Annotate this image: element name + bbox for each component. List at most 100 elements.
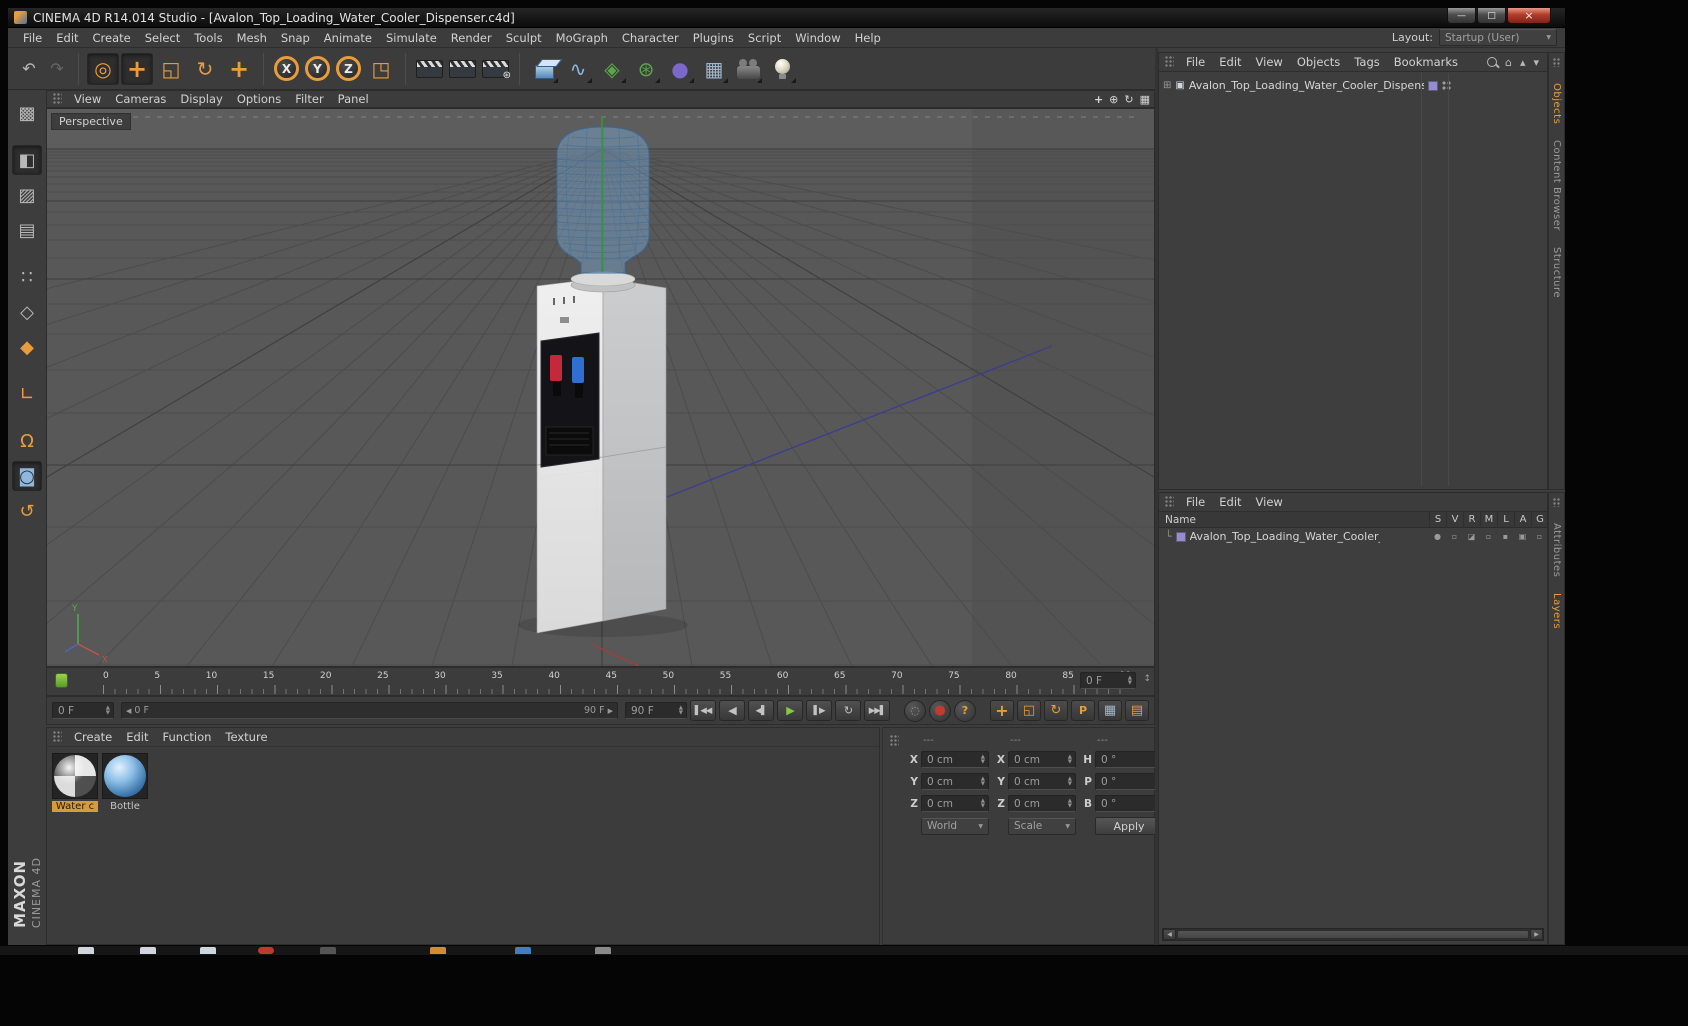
- zoom-view-icon[interactable]: ⊕: [1109, 93, 1118, 106]
- toggle-views-icon[interactable]: ▦: [1140, 93, 1150, 106]
- goto-end-button[interactable]: ▶▶▌: [864, 700, 890, 721]
- titlebar[interactable]: CINEMA 4D R14.014 Studio - [Avalon_Top_L…: [8, 8, 1565, 28]
- position-field[interactable]: 0 cm ▲ ▼: [921, 773, 989, 790]
- menubar-item[interactable]: Character: [615, 30, 686, 46]
- rotation-field[interactable]: 0 ° ▲▼: [1095, 751, 1163, 768]
- apply-button[interactable]: Apply: [1095, 817, 1163, 835]
- menubar-item[interactable]: Mesh: [230, 30, 274, 46]
- tab-objects[interactable]: Objects: [1551, 83, 1562, 124]
- menubar-item[interactable]: Window: [788, 30, 847, 46]
- add-cube-button[interactable]: [528, 53, 560, 85]
- options-icon[interactable]: ▾: [1533, 56, 1539, 69]
- menubar-item[interactable]: MoGraph: [549, 30, 615, 46]
- add-mograph-button[interactable]: ⊛: [630, 53, 662, 85]
- size-field[interactable]: 0 cm ▲ ▼: [1008, 751, 1076, 768]
- horizontal-scrollbar[interactable]: ◀ ▶: [1162, 928, 1544, 941]
- record-scale-button[interactable]: ◱: [1017, 700, 1041, 721]
- panel-grip[interactable]: [53, 93, 62, 105]
- menubar-item[interactable]: Render: [444, 30, 499, 46]
- taskbar-item[interactable]: [320, 947, 336, 954]
- material-item[interactable]: Water c: [52, 753, 98, 812]
- layer-name[interactable]: Avalon_Top_Loading_Water_Cooler_Dispense…: [1190, 530, 1380, 543]
- current-frame-marker[interactable]: [55, 673, 68, 688]
- object-manager-menu-item[interactable]: File: [1179, 54, 1212, 70]
- viewport-menu-item[interactable]: Options: [230, 91, 288, 107]
- redo-button[interactable]: ↷: [44, 53, 70, 85]
- record-pla-button[interactable]: ▦: [1098, 700, 1122, 721]
- viewport-menu-item[interactable]: Filter: [288, 91, 330, 107]
- object-row[interactable]: ⊞ ▣ Avalon_Top_Loading_Water_Cooler_Disp…: [1159, 77, 1547, 94]
- keyframe-options-button[interactable]: ?: [954, 699, 976, 722]
- frame-spinner-icon[interactable]: ↕: [1143, 674, 1151, 684]
- menubar-item[interactable]: Create: [86, 30, 138, 46]
- loop-button[interactable]: ↻: [835, 700, 861, 721]
- expand-icon[interactable]: ⊞: [1163, 80, 1171, 91]
- workplane-mode-button[interactable]: ▤: [12, 215, 42, 245]
- layers-menu-item[interactable]: View: [1249, 494, 1290, 510]
- menubar-item[interactable]: Animate: [317, 30, 379, 46]
- minimize-button[interactable]: —: [1447, 8, 1476, 24]
- scroll-left-icon[interactable]: ◀: [1163, 929, 1176, 940]
- taskbar-item[interactable]: [430, 947, 446, 954]
- model-mode-button[interactable]: ◧: [12, 145, 42, 175]
- taskbar-item[interactable]: [595, 947, 611, 954]
- position-field[interactable]: 0 cm ▲ ▼: [921, 751, 989, 768]
- coordinate-system-button[interactable]: ◳: [365, 53, 397, 85]
- layer-toggle-icon[interactable]: ▪: [1497, 528, 1514, 545]
- material-menu-item[interactable]: Texture: [218, 729, 274, 745]
- taskbar-item[interactable]: [78, 947, 94, 954]
- add-spline-button[interactable]: ∿: [562, 53, 594, 85]
- keyframe-selection-button[interactable]: ◌: [904, 699, 926, 722]
- viewport-menu-item[interactable]: View: [67, 91, 108, 107]
- scroll-right-icon[interactable]: ▶: [1530, 929, 1543, 940]
- live-selection-tool[interactable]: ◎: [87, 52, 119, 85]
- rotate-tool[interactable]: ↻: [189, 53, 221, 85]
- layer-toggle-icon[interactable]: ●: [1429, 528, 1446, 545]
- quantize-button[interactable]: ↺: [12, 496, 42, 526]
- record-position-button[interactable]: +: [990, 700, 1014, 721]
- scrollbar-thumb[interactable]: [1177, 930, 1529, 939]
- y-axis-lock-button[interactable]: Y: [305, 56, 330, 81]
- menubar-item[interactable]: Sculpt: [499, 30, 549, 46]
- autokey-record-button[interactable]: ●: [929, 699, 951, 722]
- viewport-menu-item[interactable]: Display: [173, 91, 229, 107]
- maximize-button[interactable]: □: [1477, 8, 1506, 24]
- menubar-item[interactable]: Snap: [274, 30, 317, 46]
- layer-toggle-icon[interactable]: ▫: [1480, 528, 1497, 545]
- frame-number-box[interactable]: 0 F ▲ ▼: [1080, 672, 1136, 689]
- material-preview-sphere[interactable]: [54, 755, 96, 797]
- panel-grip[interactable]: [1165, 56, 1174, 68]
- rotation-field[interactable]: 0 ° ▲▼: [1095, 795, 1163, 812]
- panel-grip[interactable]: [1165, 496, 1174, 508]
- timeline-window-button[interactable]: ▤: [1125, 700, 1149, 721]
- scale-tool[interactable]: ◱: [155, 53, 187, 85]
- rotate-view-icon[interactable]: ↻: [1124, 93, 1133, 106]
- pan-view-icon[interactable]: +: [1094, 93, 1103, 106]
- layer-toggle-icon[interactable]: ▫: [1446, 528, 1463, 545]
- layers-menu-item[interactable]: File: [1179, 494, 1212, 510]
- menubar-item[interactable]: File: [16, 30, 49, 46]
- range-end-handle[interactable]: 90 F ▶: [584, 705, 613, 716]
- points-mode-button[interactable]: ∷: [12, 262, 42, 292]
- material-menu-item[interactable]: Create: [67, 729, 119, 745]
- taskbar-item[interactable]: [515, 947, 531, 954]
- material-label[interactable]: Bottle: [102, 801, 148, 812]
- layer-color-chip[interactable]: [1175, 531, 1186, 542]
- search-icon[interactable]: [1486, 57, 1497, 67]
- menubar-item[interactable]: Tools: [187, 30, 229, 46]
- play-button[interactable]: ▶: [777, 700, 803, 721]
- x-axis-lock-button[interactable]: X: [274, 56, 299, 81]
- undo-button[interactable]: ↶: [16, 53, 42, 85]
- add-floor-button[interactable]: ▦: [698, 53, 730, 85]
- coordinate-space-dropdown[interactable]: World ▼: [921, 817, 989, 835]
- current-frame-field[interactable]: 0 F ▲ ▼: [52, 702, 114, 719]
- object-manager-menu-item[interactable]: Bookmarks: [1387, 54, 1465, 70]
- add-array-button[interactable]: ◈: [596, 53, 628, 85]
- preview-range-slider[interactable]: ◀ 0 F 90 F ▶: [121, 702, 618, 719]
- layer-toggle-icon[interactable]: ◪: [1463, 528, 1480, 545]
- snap-button[interactable]: Ω: [12, 426, 42, 456]
- object-manager-menu-item[interactable]: View: [1249, 54, 1290, 70]
- material-menu-item[interactable]: Function: [156, 729, 219, 745]
- position-field[interactable]: 0 cm ▲ ▼: [921, 795, 989, 812]
- panel-grip[interactable]: [53, 731, 62, 743]
